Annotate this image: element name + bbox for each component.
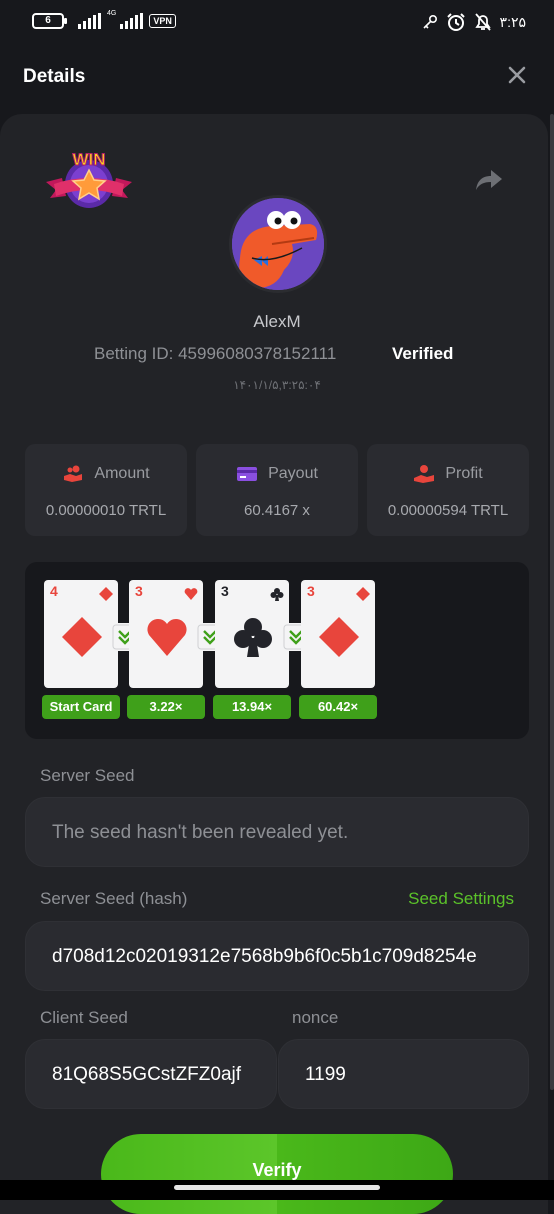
client-seed-value: 81Q68S5GCstZFZ0ajf [52,1064,242,1085]
close-icon[interactable] [506,64,528,86]
win-badge-text: WIN [72,150,105,169]
alarm-icon [446,13,465,31]
nonce-label: nonce [292,1008,339,1027]
server-seed-label: Server Seed [40,766,135,785]
client-seed-label: Client Seed [40,1008,128,1027]
vpn-badge: VPN [149,14,176,28]
card-rank: 3 [135,583,143,599]
crocodile-avatar-icon [232,198,324,290]
multiplier-label: 3.22× [127,695,205,719]
server-seed-value: The seed hasn't been revealed yet. [52,822,349,843]
card-rank: 3 [307,583,315,599]
avatar [232,198,324,290]
bell-off-icon [474,13,491,31]
stat-payout-label: Payout [268,465,318,482]
home-indicator[interactable] [174,1185,380,1190]
page-title: Details [23,66,86,87]
diamond-icon [319,617,359,657]
server-hash-value: d708d12c02019312e7568b9b6f0c5b1c709d8254… [52,946,477,967]
win-badge: WIN [46,150,132,208]
signal-icon-2 [120,13,144,29]
network-type: 4G [107,9,117,17]
playing-card: 4 [44,580,118,688]
card-icon [237,467,258,481]
nonce-field[interactable]: 1199 [278,1039,529,1109]
cards-history: 4 Start Card 3 3.22× 3 13.94× 3 60.42× [25,562,529,739]
playing-card: 3 [301,580,375,688]
seed-settings-link[interactable]: Seed Settings [408,889,514,909]
multiplier-label: 60.42× [299,695,377,719]
navigation-bar [0,1180,554,1200]
start-card-label: Start Card [42,695,120,719]
server-seed-field[interactable]: The seed hasn't been revealed yet. [25,797,529,867]
betting-id: Betting ID: 45996080378152111 [94,344,337,363]
club-icon [270,588,284,601]
username: AlexM [253,312,301,331]
stat-amount-value: 0.00000010 TRTL [45,502,167,519]
key-icon [422,14,437,29]
profit-hand-icon [414,465,435,483]
stat-profit: Profit 0.00000594 TRTL [367,444,529,536]
scrollbar[interactable] [550,114,554,1090]
bet-datetime: ۱۴۰۱/۱/۵,۳:۲۵:۰۴ [233,378,321,392]
verified-status: Verified [392,344,454,363]
playing-card: 3 [129,580,203,688]
coins-hand-icon [64,465,83,482]
stat-amount-label: Amount [94,465,150,482]
header: Details [0,40,554,114]
diamond-icon [62,617,102,657]
multiplier-label: 13.94× [213,695,291,719]
server-hash-field[interactable]: d708d12c02019312e7568b9b6f0c5b1c709d8254… [25,921,529,991]
stat-payout: Payout 60.4167 x [196,444,358,536]
stat-profit-label: Profit [445,465,483,482]
club-icon [234,618,272,657]
server-hash-label: Server Seed (hash) [40,889,188,908]
share-icon[interactable] [474,166,504,194]
heart-icon [147,618,187,656]
card-rank: 4 [50,583,58,599]
status-bar: 6 4G VPN ۳:۲۵ [0,0,554,40]
diamond-icon [356,587,370,601]
battery-icon: 6 [32,13,67,29]
diamond-icon [99,587,113,601]
card-rank: 3 [221,583,229,599]
stat-profit-value: 0.00000594 TRTL [387,502,509,519]
playing-card: 3 [215,580,289,688]
stat-payout-value: 60.4167 x [244,502,310,519]
heart-icon [184,588,198,600]
stat-amount: Amount 0.00000010 TRTL [25,444,187,536]
client-seed-field[interactable]: 81Q68S5GCstZFZ0ajf [25,1039,277,1109]
clock: ۳:۲۵ [499,13,526,30]
signal-icon [78,13,101,29]
nonce-value: 1199 [305,1064,346,1085]
verify-button[interactable]: Verify [101,1134,453,1214]
